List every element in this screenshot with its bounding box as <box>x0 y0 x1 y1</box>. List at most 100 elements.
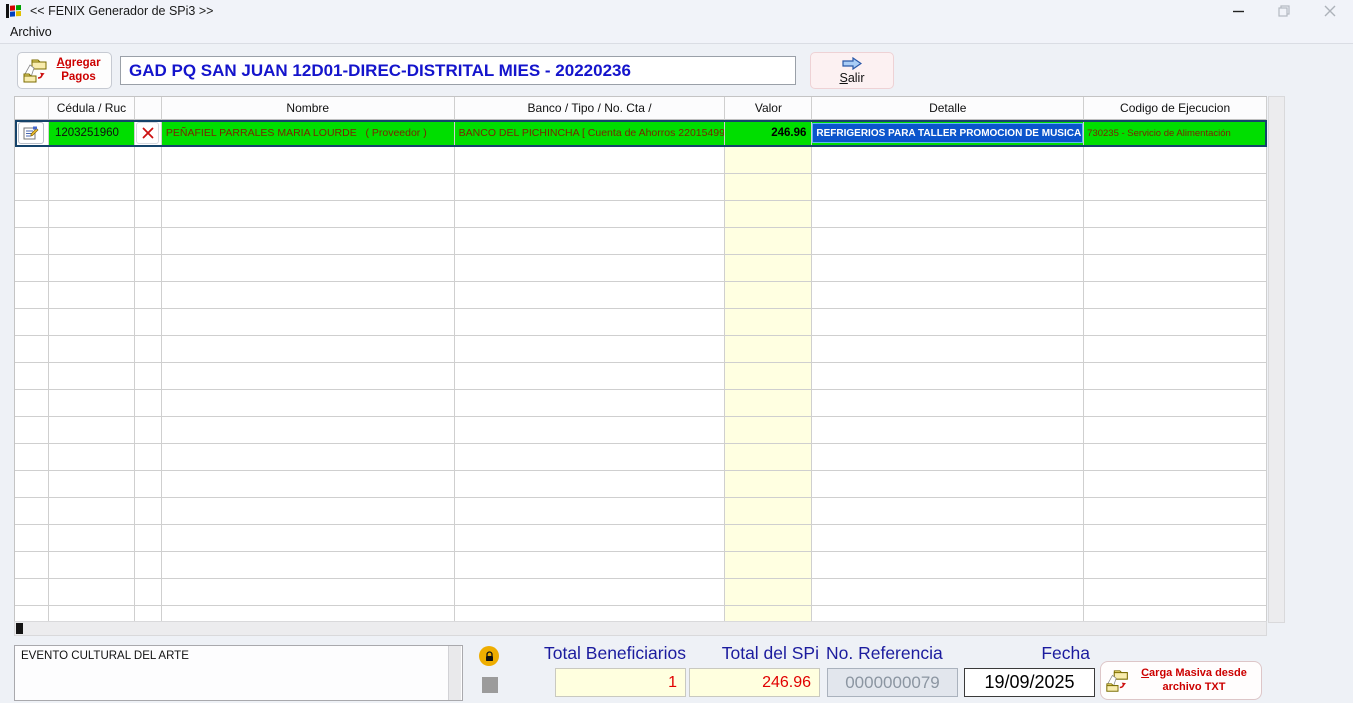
agregar-pagos-button[interactable]: Agregar Pagos <box>17 52 112 89</box>
empty-cell <box>725 417 813 444</box>
folder-transfer-icon <box>1106 669 1128 692</box>
empty-cell <box>134 363 162 390</box>
empty-cell <box>725 363 813 390</box>
empty-cell <box>134 579 162 606</box>
empty-cell <box>1084 309 1267 336</box>
maximize-button[interactable] <box>1261 0 1307 22</box>
gray-square-button[interactable] <box>482 677 498 693</box>
table-row[interactable]: 1203251960 PEÑAFIEL PARRALES MARIA LOURD… <box>15 120 1267 147</box>
empty-cell <box>1084 606 1267 621</box>
empty-cell <box>15 552 49 579</box>
table-row-empty <box>15 606 1267 621</box>
table-row-empty <box>15 444 1267 471</box>
empty-cell <box>161 579 455 606</box>
detalle-general-textarea[interactable]: EVENTO CULTURAL DEL ARTE <box>14 645 463 701</box>
empty-cell <box>454 336 726 363</box>
fecha-label: Fecha <box>1041 643 1090 663</box>
cell-cedula[interactable]: 1203251960 <box>48 120 135 147</box>
carga-masiva-button[interactable]: Carga Masiva desde archivo TXT <box>1100 661 1262 700</box>
table-row-empty <box>15 201 1267 228</box>
edit-row-button[interactable] <box>18 122 45 144</box>
folder-transfer-icon <box>23 59 47 82</box>
salir-button[interactable]: Salir <box>810 52 894 89</box>
row-edit-cell <box>15 120 49 147</box>
horizontal-scrollbar-thumb[interactable] <box>16 623 23 634</box>
empty-cell <box>725 579 813 606</box>
cell-codigo[interactable]: 730235 - Servicio de Alimentación <box>1084 120 1267 147</box>
empty-cell <box>725 606 813 621</box>
cell-nombre[interactable]: PEÑAFIEL PARRALES MARIA LOURDE ( Proveed… <box>161 120 455 147</box>
empty-cell <box>812 363 1085 390</box>
header-banco: Banco / Tipo / No. Cta / <box>454 97 726 120</box>
empty-cell <box>15 579 49 606</box>
empty-cell <box>454 471 726 498</box>
empty-cell <box>725 336 813 363</box>
empty-cell <box>725 282 813 309</box>
delete-row-button[interactable] <box>136 122 160 144</box>
empty-cell <box>15 336 49 363</box>
fecha-input[interactable]: 19/09/2025 <box>964 668 1095 697</box>
referencia-value: 0000000079 <box>827 668 958 697</box>
cell-banco[interactable]: BANCO DEL PICHINCHA [ Cuenta de Ahorros … <box>454 120 726 147</box>
empty-cell <box>15 255 49 282</box>
empty-cell <box>134 525 162 552</box>
header-nombre: Nombre <box>161 97 455 120</box>
detalle-selected-box[interactable]: REFRIGERIOS PARA TALLER PROMOCION DE MUS… <box>812 123 1084 143</box>
empty-cell <box>161 147 455 174</box>
empty-cell <box>1084 471 1267 498</box>
total-spi-value: 246.96 <box>689 668 820 697</box>
empty-cell <box>1084 525 1267 552</box>
detalle-textarea-scrollbar[interactable] <box>448 646 461 700</box>
empty-cell <box>812 390 1085 417</box>
empty-cell <box>15 444 49 471</box>
empty-cell <box>725 147 813 174</box>
empty-cell <box>812 228 1085 255</box>
empty-cell <box>1084 201 1267 228</box>
empty-cell <box>48 228 135 255</box>
table-row-empty <box>15 363 1267 390</box>
header-detalle: Detalle <box>812 97 1085 120</box>
empty-cell <box>161 606 455 621</box>
cell-valor[interactable]: 246.96 <box>725 120 813 147</box>
empty-cell <box>48 201 135 228</box>
exit-arrow-icon <box>842 56 862 70</box>
empty-cell <box>812 525 1085 552</box>
empty-cell <box>812 255 1085 282</box>
spi-title-input[interactable] <box>120 56 796 85</box>
empty-cell <box>725 255 813 282</box>
empty-cell <box>454 147 726 174</box>
empty-cell <box>454 282 726 309</box>
minimize-button[interactable] <box>1215 0 1261 22</box>
empty-cell <box>454 417 726 444</box>
empty-cell <box>725 444 813 471</box>
cell-detalle[interactable]: REFRIGERIOS PARA TALLER PROMOCION DE MUS… <box>812 120 1085 147</box>
empty-cell <box>161 255 455 282</box>
empty-cell <box>812 309 1085 336</box>
empty-cell <box>725 552 813 579</box>
empty-cell <box>134 552 162 579</box>
empty-cell <box>725 309 813 336</box>
payments-grid: Cédula / Ruc Nombre Banco / Tipo / No. C… <box>14 96 1267 621</box>
menu-archivo[interactable]: Archivo <box>0 22 62 42</box>
empty-cell <box>161 444 455 471</box>
total-beneficiarios-value: 1 <box>555 668 686 697</box>
table-row-empty <box>15 552 1267 579</box>
table-row-empty <box>15 309 1267 336</box>
window-title: << FENIX Generador de SPi3 >> <box>30 4 214 18</box>
close-button[interactable] <box>1307 0 1353 22</box>
empty-cell <box>161 336 455 363</box>
horizontal-scrollbar[interactable] <box>14 621 1267 636</box>
empty-cell <box>48 417 135 444</box>
empty-cell <box>812 174 1085 201</box>
empty-cell <box>15 363 49 390</box>
header-rowmarker <box>15 97 49 120</box>
table-row-empty <box>15 336 1267 363</box>
empty-cell <box>48 309 135 336</box>
empty-cell <box>15 417 49 444</box>
empty-cell <box>812 336 1085 363</box>
table-row-empty <box>15 579 1267 606</box>
salir-label: Salir <box>839 70 865 85</box>
vertical-scrollbar[interactable] <box>1268 96 1285 623</box>
empty-cell <box>812 282 1085 309</box>
empty-cell <box>161 552 455 579</box>
